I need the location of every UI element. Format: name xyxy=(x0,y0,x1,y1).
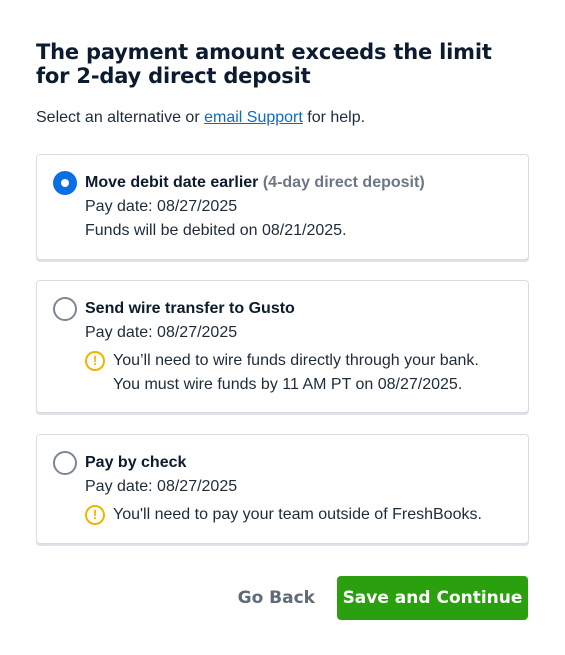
email-support-link[interactable]: email Support xyxy=(204,109,303,126)
warning-text-1: You'll need to pay your team outside of … xyxy=(113,506,482,523)
warning-icon: ! xyxy=(85,505,105,525)
option-warning: ! You'll need to pay your team outside o… xyxy=(85,503,512,527)
subtitle-text-after: for help. xyxy=(302,109,366,126)
dialog-title: The payment amount exceeds the limit for… xyxy=(36,40,492,88)
option-title: Send wire transfer to Gusto xyxy=(85,300,295,317)
option-detail: Funds will be debited on 08/21/2025. xyxy=(85,222,347,239)
radio-move-debit-date[interactable] xyxy=(53,171,77,195)
dialog-subtitle: Select an alternative or email Support f… xyxy=(36,108,365,128)
dialog-footer: Go Back Save and Continue xyxy=(216,576,528,620)
option-pay-date: Pay date: 08/27/2025 xyxy=(85,324,238,341)
option-warning: ! You’ll need to wire funds directly thr… xyxy=(85,349,512,397)
option-move-debit-date[interactable]: Move debit date earlier (4-day direct de… xyxy=(36,154,529,260)
warning-text-1: You’ll need to wire funds directly throu… xyxy=(113,352,479,369)
option-pay-date: Pay date: 08/27/2025 xyxy=(85,198,238,215)
option-title: Pay by check xyxy=(85,454,187,471)
subtitle-text-before: Select an alternative or xyxy=(36,109,205,126)
radio-pay-by-check[interactable] xyxy=(53,451,77,475)
option-wire-transfer[interactable]: Send wire transfer to Gusto Pay date: 08… xyxy=(36,280,529,413)
option-pay-date: Pay date: 08/27/2025 xyxy=(85,478,238,495)
warning-text-2: You must wire funds by 11 AM PT on 08/27… xyxy=(113,376,463,393)
option-title-text: Move debit date earlier xyxy=(85,174,259,191)
payment-limit-dialog: The payment amount exceeds the limit for… xyxy=(0,0,565,655)
warning-icon: ! xyxy=(85,351,105,371)
save-and-continue-button[interactable]: Save and Continue xyxy=(337,576,528,620)
option-title: Move debit date earlier (4-day direct de… xyxy=(85,171,512,195)
radio-wire-transfer[interactable] xyxy=(53,297,77,321)
option-title-note: (4-day direct deposit) xyxy=(262,174,425,191)
option-pay-by-check[interactable]: Pay by check Pay date: 08/27/2025 ! You'… xyxy=(36,434,529,544)
go-back-button[interactable]: Go Back xyxy=(216,576,337,620)
